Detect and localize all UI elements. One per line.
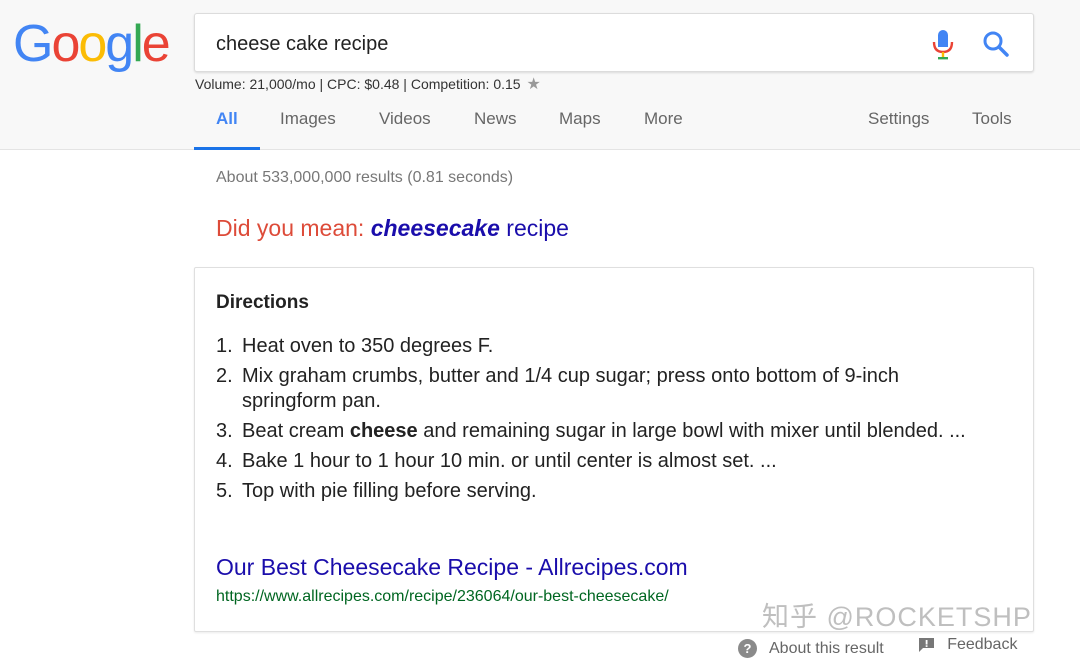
- about-this-result-label: About this result: [769, 639, 884, 657]
- suggestion-bold: cheesecake: [370, 215, 500, 241]
- tab-images[interactable]: Images: [280, 100, 336, 150]
- snippet-title: Directions: [216, 292, 309, 313]
- logo-letter: o: [78, 15, 107, 73]
- did-you-mean: Did you mean: cheesecake recipe: [216, 215, 569, 242]
- step-text-pre: Beat cream: [242, 420, 350, 442]
- tab-maps[interactable]: Maps: [559, 100, 601, 150]
- about-this-result-link[interactable]: ? About this result: [738, 639, 884, 658]
- help-icon: ?: [738, 639, 757, 658]
- star-icon[interactable]: ★: [526, 76, 540, 93]
- tab-all[interactable]: All: [194, 100, 260, 150]
- list-item: 1. Heat oven to 350 degrees F.: [216, 334, 976, 359]
- suggestion-rest: recipe: [499, 215, 569, 241]
- result-title-link[interactable]: Our Best Cheesecake Recipe - Allrecipes.…: [216, 554, 688, 581]
- list-item: 4. Bake 1 hour to 1 hour 10 min. or unti…: [216, 449, 976, 474]
- step-number: 2.: [216, 365, 233, 387]
- tab-tools[interactable]: Tools: [972, 100, 1012, 150]
- step-text-bold: cheese: [349, 420, 418, 442]
- tab-news[interactable]: News: [474, 100, 517, 150]
- keyword-stats-text: Volume: 21,000/mo | CPC: $0.48 | Competi…: [195, 76, 521, 92]
- tab-more[interactable]: More: [644, 100, 683, 150]
- step-text-post: and remaining sugar in large bowl with m…: [417, 420, 966, 442]
- step-number: 4.: [216, 450, 233, 472]
- logo-letter: o: [51, 15, 80, 73]
- search-box: [194, 13, 1034, 72]
- tab-videos[interactable]: Videos: [379, 100, 431, 150]
- feedback-link[interactable]: Feedback: [888, 636, 1017, 654]
- step-number: 3.: [216, 420, 233, 442]
- step-text: Bake 1 hour to 1 hour 10 min. or until c…: [242, 450, 777, 472]
- watermark: 知乎 @ROCKETSHP: [762, 602, 1032, 632]
- logo-letter: G: [13, 15, 53, 73]
- step-text: Heat oven to 350 degrees F.: [242, 335, 494, 357]
- step-number: 1.: [216, 335, 233, 357]
- directions-list: 1. Heat oven to 350 degrees F. 2. Mix gr…: [216, 334, 976, 509]
- did-you-mean-suggestion[interactable]: cheesecake recipe: [371, 215, 569, 241]
- did-you-mean-prefix: Did you mean:: [216, 215, 371, 241]
- search-icon[interactable]: [981, 29, 1011, 59]
- keyword-stats: Volume: 21,000/mo | CPC: $0.48 | Competi…: [195, 74, 541, 94]
- feedback-label: Feedback: [947, 636, 1018, 653]
- logo-letter: e: [141, 15, 171, 73]
- result-url: https://www.allrecipes.com/recipe/236064…: [216, 588, 669, 605]
- list-item: 5. Top with pie filling before serving.: [216, 479, 976, 504]
- step-text: Mix graham crumbs, butter and 1/4 cup su…: [242, 365, 899, 412]
- snippet-footer: ? About this result Feedback: [738, 636, 1017, 658]
- step-number: 5.: [216, 480, 233, 502]
- list-item: 2. Mix graham crumbs, butter and 1/4 cup…: [216, 364, 976, 414]
- search-input[interactable]: [216, 30, 896, 58]
- list-item: 3. Beat cream cheese and remaining sugar…: [216, 419, 976, 444]
- step-text: Top with pie filling before serving.: [242, 480, 537, 502]
- result-stats: About 533,000,000 results (0.81 seconds): [216, 169, 514, 186]
- search-tabs: All Images Videos News Maps More Setting…: [194, 100, 1034, 150]
- google-logo[interactable]: Google: [13, 14, 171, 74]
- feedback-icon: [919, 638, 935, 652]
- logo-letter: l: [132, 15, 143, 73]
- microphone-icon[interactable]: [931, 28, 955, 60]
- featured-snippet: Directions 1. Heat oven to 350 degrees F…: [194, 267, 1034, 632]
- logo-letter: g: [105, 15, 134, 73]
- tab-settings[interactable]: Settings: [868, 100, 929, 150]
